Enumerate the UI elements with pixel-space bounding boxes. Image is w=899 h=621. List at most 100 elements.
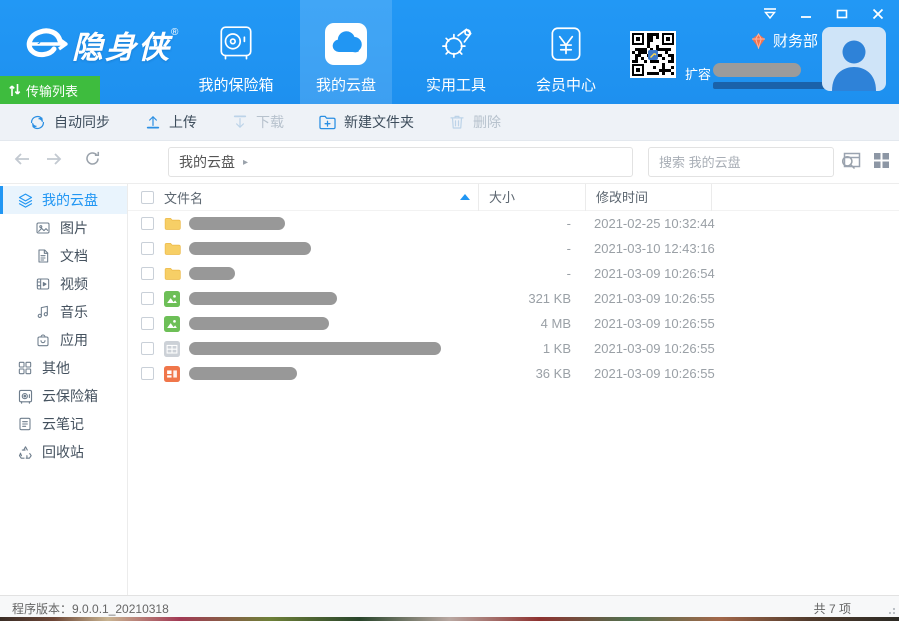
- grid-view-icon[interactable]: [873, 152, 890, 169]
- sidebar-item-cloud-safe[interactable]: 云保险箱: [0, 382, 127, 410]
- department-badge: 财务部: [750, 30, 818, 51]
- list-view-icon[interactable]: [843, 151, 861, 169]
- toolbar-label: 删除: [473, 112, 501, 132]
- nav-item-tools[interactable]: 实用工具: [410, 0, 502, 104]
- expand-label[interactable]: 扩容: [685, 64, 711, 83]
- status-bar: 程序版本：9.0.0.1_20210318 共 7 项: [0, 595, 899, 617]
- member-icon: [545, 23, 587, 65]
- desktop-edge: [0, 617, 899, 621]
- search-input[interactable]: [649, 155, 841, 170]
- sidebar-item-clouddrive[interactable]: 我的云盘: [0, 186, 127, 214]
- close-button[interactable]: [865, 4, 891, 24]
- upload-button[interactable]: 上传: [144, 112, 197, 132]
- sidebar-item-pictures[interactable]: 图片: [0, 214, 127, 242]
- safe-icon: [215, 23, 257, 65]
- vip-gem-icon: [750, 33, 767, 49]
- storage-progress-bar: [713, 82, 827, 89]
- select-all-checkbox[interactable]: [141, 191, 154, 204]
- folder-icon: [164, 241, 181, 257]
- toolbar-label: 自动同步: [54, 112, 110, 132]
- sidebar-item-recycle[interactable]: 回收站: [0, 438, 127, 466]
- app-window: ysx 隐身侠 ® 传输列表 我的保险箱我的云盘实用工具会员中心 扩容 财务: [0, 0, 899, 621]
- nav-item-member[interactable]: 会员中心: [520, 0, 612, 104]
- qr-code[interactable]: [630, 31, 676, 78]
- filename-redacted: [189, 217, 285, 230]
- toolbar-label: 新建文件夹: [344, 112, 414, 132]
- filename-redacted: [189, 292, 337, 305]
- sync-icon: [28, 113, 47, 132]
- table-row[interactable]: -2021-02-25 10:32:44: [128, 211, 899, 236]
- sort-asc-icon[interactable]: [460, 194, 470, 200]
- sidebar-item-label: 云笔记: [42, 414, 84, 434]
- sidebar-item-label: 音乐: [60, 302, 88, 322]
- table-row[interactable]: 1 KB2021-03-09 10:26:55: [128, 336, 899, 361]
- sidebar-item-videos[interactable]: 视频: [0, 270, 127, 298]
- file-size: 36 KB: [478, 366, 585, 381]
- app-icon: [34, 332, 52, 348]
- row-checkbox[interactable]: [141, 317, 154, 330]
- layers-icon: [16, 192, 34, 209]
- maximize-button[interactable]: [829, 4, 855, 24]
- sidebar-item-cloud-notes[interactable]: 云笔记: [0, 410, 127, 438]
- filename-redacted: [189, 267, 235, 280]
- new-folder-button[interactable]: 新建文件夹: [318, 112, 414, 132]
- forward-icon[interactable]: [45, 152, 62, 166]
- column-modified[interactable]: 修改时间: [585, 184, 712, 211]
- row-checkbox[interactable]: [141, 292, 154, 305]
- auto-sync-button[interactable]: 自动同步: [28, 112, 110, 132]
- action-toolbar: 自动同步 上传 下载 新建文件夹 删除: [0, 104, 899, 141]
- file-modified: 2021-03-09 10:26:55: [585, 291, 712, 306]
- nav-item-safe[interactable]: 我的保险箱: [190, 0, 282, 104]
- refresh-icon[interactable]: [84, 150, 101, 167]
- sidebar-item-other[interactable]: 其他: [0, 354, 127, 382]
- filename-redacted: [189, 317, 329, 330]
- nav-item-clouddrive[interactable]: 我的云盘: [300, 0, 392, 104]
- transfer-list-tab[interactable]: 传输列表: [0, 76, 100, 104]
- table-row[interactable]: 321 KB2021-03-09 10:26:55: [128, 286, 899, 311]
- row-checkbox[interactable]: [141, 242, 154, 255]
- sidebar-item-label: 应用: [60, 330, 88, 350]
- row-checkbox[interactable]: [141, 217, 154, 230]
- breadcrumb-root[interactable]: 我的云盘: [179, 152, 235, 172]
- file-size: 321 KB: [478, 291, 585, 306]
- app-version: 程序版本：9.0.0.1_20210318: [12, 600, 169, 617]
- minimize-button[interactable]: [793, 4, 819, 24]
- item-count: 共 7 项: [814, 600, 851, 617]
- toolbar-label: 下载: [256, 112, 284, 132]
- row-checkbox[interactable]: [141, 267, 154, 280]
- folder-icon: [164, 216, 181, 232]
- file-modified: 2021-03-10 12:43:16: [585, 241, 712, 256]
- file-size: 1 KB: [478, 341, 585, 356]
- file-size: -: [478, 266, 585, 281]
- file-list: 文件名 大小 修改时间 -2021-02-25 10:32:44-2021-03…: [128, 184, 899, 595]
- user-avatar[interactable]: [822, 27, 886, 91]
- recycle-icon: [16, 444, 34, 461]
- logo-text: 隐身侠: [72, 22, 171, 67]
- sidebar-item-label: 我的云盘: [42, 190, 98, 210]
- department-label: 财务部: [773, 30, 818, 51]
- skin-menu-icon[interactable]: [757, 4, 783, 24]
- logo-eysx-icon: ysx: [16, 25, 72, 65]
- sidebar-item-apps[interactable]: 应用: [0, 326, 127, 354]
- table-row[interactable]: -2021-03-09 10:26:54: [128, 261, 899, 286]
- sidebar-item-documents[interactable]: 文档: [0, 242, 127, 270]
- table-row[interactable]: 4 MB2021-03-09 10:26:55: [128, 311, 899, 336]
- transfer-list-label: 传输列表: [26, 81, 78, 100]
- back-icon[interactable]: [14, 152, 31, 166]
- sidebar-item-music[interactable]: 音乐: [0, 298, 127, 326]
- column-filename[interactable]: 文件名: [164, 188, 203, 207]
- image-file-icon: [164, 291, 181, 307]
- column-size[interactable]: 大小: [478, 184, 585, 211]
- breadcrumb[interactable]: 我的云盘 ▸: [168, 147, 633, 177]
- sidebar-item-label: 云保险箱: [42, 386, 98, 406]
- sidebar-item-label: 文档: [60, 246, 88, 266]
- download-button: 下载: [231, 112, 284, 132]
- row-checkbox[interactable]: [141, 367, 154, 380]
- table-row[interactable]: -2021-03-10 12:43:16: [128, 236, 899, 261]
- picture-icon: [34, 220, 52, 236]
- table-row[interactable]: 36 KB2021-03-09 10:26:55: [128, 361, 899, 386]
- row-checkbox[interactable]: [141, 342, 154, 355]
- resize-grip[interactable]: [887, 606, 895, 614]
- document-icon: [34, 248, 52, 264]
- nav-item-label: 实用工具: [426, 74, 486, 95]
